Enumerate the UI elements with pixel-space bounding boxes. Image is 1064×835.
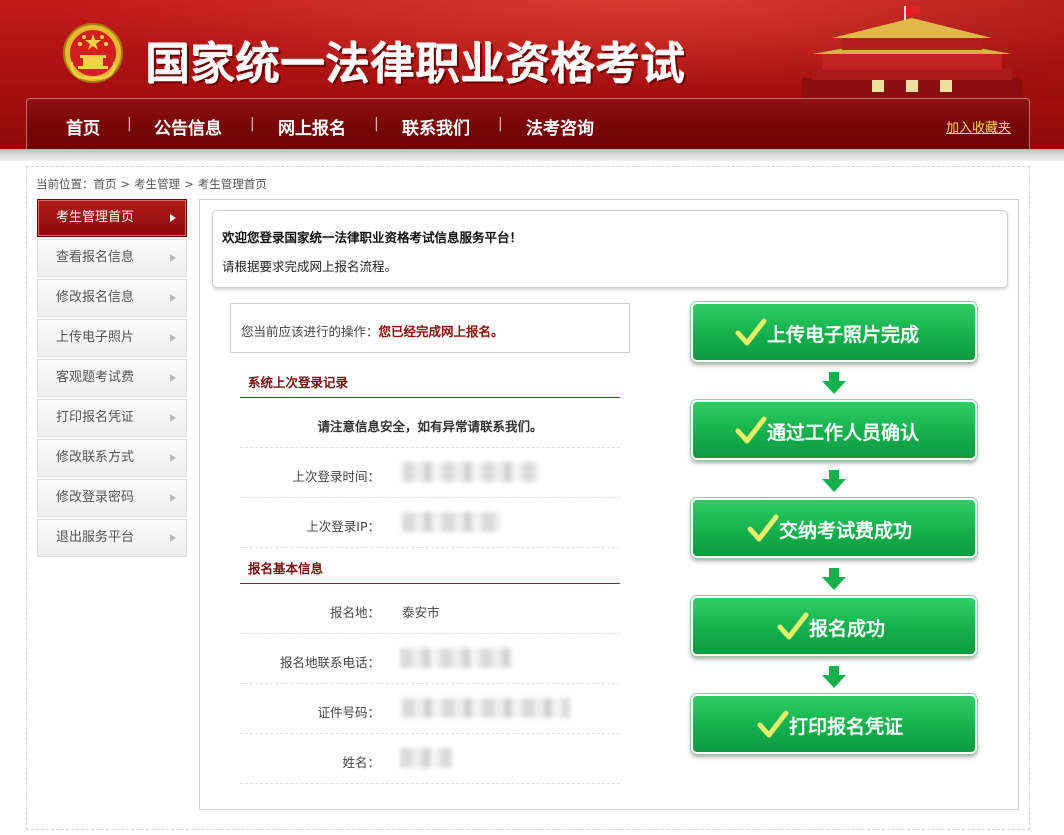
sidebar-item-label: 考生管理首页	[56, 210, 135, 225]
sidebar-item-label: 查看报名信息	[56, 250, 135, 265]
step-staff-confirmed[interactable]: 通过工作人员确认	[691, 400, 977, 460]
sidebar-item-exam-fee[interactable]: 客观题考试费	[37, 359, 187, 397]
triangle-right-icon	[170, 254, 176, 262]
main-nav: 首页 | 公告信息 | 网上报名 | 联系我们 | 法考咨询 加入收藏夹	[26, 98, 1030, 149]
basic-info-title: 报名基本信息	[240, 558, 620, 584]
redacted-value	[402, 512, 500, 532]
site-header: 国家统一法律职业资格考试 首页 | 公告信息 | 网上报名 | 联系我们 | 法…	[0, 0, 1064, 150]
welcome-box: 欢迎您登录国家统一法律职业资格考试信息服务平台！ 请根据要求完成网上报名流程。	[212, 210, 1008, 288]
triangle-right-icon	[170, 334, 176, 342]
nav-separator: |	[127, 116, 132, 132]
sidebar-item-label: 修改联系方式	[56, 450, 135, 465]
check-icon	[735, 318, 767, 346]
breadcrumb-home[interactable]: 首页	[94, 177, 117, 191]
arrow-down-icon	[822, 372, 846, 394]
sidebar-item-edit-contact[interactable]: 修改联系方式	[37, 439, 187, 477]
sidebar-item-change-password[interactable]: 修改登录密码	[37, 479, 187, 517]
id-number-row: 证件号码：	[240, 684, 620, 734]
sidebar-item-label: 客观题考试费	[56, 370, 135, 385]
current-operation-box: 您当前应该进行的操作：您已经完成网上报名。	[230, 303, 630, 353]
sidebar-item-label: 修改登录密码	[56, 490, 135, 505]
sidebar-item-candidate-home[interactable]: 考生管理首页	[37, 199, 187, 237]
last-login-time-label: 上次登录时间：	[292, 469, 380, 484]
step-fee-paid[interactable]: 交纳考试费成功	[691, 498, 977, 558]
national-emblem-icon	[63, 23, 123, 83]
breadcrumb-separator: >	[184, 177, 194, 191]
step-label: 交纳考试费成功	[779, 520, 913, 542]
last-login-ip-row: 上次登录IP：	[240, 498, 620, 548]
breadcrumb-current: 考生管理首页	[197, 177, 267, 191]
nav-online-registration[interactable]: 网上报名	[278, 114, 346, 139]
last-login-time-row: 上次登录时间：	[240, 448, 620, 498]
check-icon	[777, 612, 809, 640]
nav-separator: |	[374, 116, 379, 132]
check-icon	[747, 514, 779, 542]
step-registration-success[interactable]: 报名成功	[691, 596, 977, 656]
location-phone-label: 报名地联系电话：	[279, 655, 380, 670]
nav-separator: |	[498, 116, 503, 132]
id-number-label: 证件号码：	[317, 705, 380, 720]
operation-prefix: 您当前应该进行的操作：	[241, 324, 379, 339]
name-row: 姓名：	[240, 734, 620, 784]
name-label: 姓名：	[342, 755, 380, 770]
triangle-right-icon	[170, 534, 176, 542]
last-login-ip-label: 上次登录IP：	[306, 519, 380, 534]
site-title: 国家统一法律职业资格考试	[146, 39, 686, 90]
registration-location-label: 报名地：	[329, 605, 380, 620]
arrow-down-icon	[822, 568, 846, 590]
sidebar-item-print-voucher[interactable]: 打印报名凭证	[37, 399, 187, 437]
triangle-right-icon	[170, 454, 176, 462]
operation-status: 您已经完成网上报名。	[378, 324, 504, 339]
login-record-title: 系统上次登录记录	[240, 372, 620, 398]
nav-announcements[interactable]: 公告信息	[154, 114, 222, 139]
sidebar-item-view-registration[interactable]: 查看报名信息	[37, 239, 187, 277]
location-phone-row: 报名地联系电话：	[240, 634, 620, 684]
header-bottom-bar	[0, 149, 1064, 161]
check-icon	[735, 416, 767, 444]
triangle-right-icon	[170, 294, 176, 302]
sidebar-item-label: 上传电子照片	[56, 330, 135, 345]
triangle-right-icon	[170, 214, 176, 222]
sidebar-item-upload-photo[interactable]: 上传电子照片	[37, 319, 187, 357]
welcome-instruction: 请根据要求完成网上报名流程。	[222, 259, 398, 274]
redacted-value	[402, 462, 538, 482]
step-label: 报名成功	[809, 618, 886, 640]
breadcrumb-candidate-mgmt[interactable]: 考生管理	[134, 177, 180, 191]
breadcrumb-prefix: 当前位置：	[36, 177, 94, 191]
security-notice: 请注意信息安全，如有异常请联系我们。	[240, 398, 620, 448]
triangle-right-icon	[170, 494, 176, 502]
arrow-down-icon	[822, 666, 846, 688]
redacted-value	[402, 698, 570, 718]
breadcrumb-separator: >	[120, 177, 131, 191]
nav-law-exam-consult[interactable]: 法考咨询	[526, 114, 594, 139]
arrow-down-icon	[822, 470, 846, 492]
step-label: 上传电子照片完成	[767, 324, 920, 346]
sidebar-item-edit-registration[interactable]: 修改报名信息	[37, 279, 187, 317]
step-label: 打印报名凭证	[789, 716, 904, 738]
sidebar: 考生管理首页 查看报名信息 修改报名信息 上传电子照片 客观题考试费 打印报名凭…	[37, 199, 187, 559]
nav-home[interactable]: 首页	[66, 114, 100, 139]
nav-separator: |	[250, 116, 255, 132]
nav-contact-us[interactable]: 联系我们	[402, 114, 470, 139]
registration-location-row: 报名地： 泰安市	[240, 584, 620, 634]
redacted-value	[400, 748, 452, 768]
check-icon	[757, 710, 789, 738]
triangle-right-icon	[170, 374, 176, 382]
sidebar-item-logout[interactable]: 退出服务平台	[37, 519, 187, 557]
triangle-right-icon	[170, 414, 176, 422]
sidebar-item-label: 退出服务平台	[56, 530, 135, 545]
main-panel: 欢迎您登录国家统一法律职业资格考试信息服务平台！ 请根据要求完成网上报名流程。 …	[199, 199, 1019, 810]
step-label: 通过工作人员确认	[767, 422, 920, 444]
registration-location-value: 泰安市	[402, 605, 440, 620]
breadcrumb: 当前位置：首页 > 考生管理 > 考生管理首页	[36, 176, 271, 192]
tiananmen-image	[802, 6, 1022, 98]
redacted-value	[400, 648, 512, 668]
sidebar-item-label: 修改报名信息	[56, 290, 135, 305]
step-print-voucher[interactable]: 打印报名凭证	[691, 694, 977, 754]
step-photo-uploaded[interactable]: 上传电子照片完成	[691, 302, 977, 362]
welcome-heading: 欢迎您登录国家统一法律职业资格考试信息服务平台！	[222, 230, 523, 245]
add-favorite-link[interactable]: 加入收藏夹	[946, 117, 1011, 136]
sidebar-item-label: 打印报名凭证	[56, 410, 135, 425]
